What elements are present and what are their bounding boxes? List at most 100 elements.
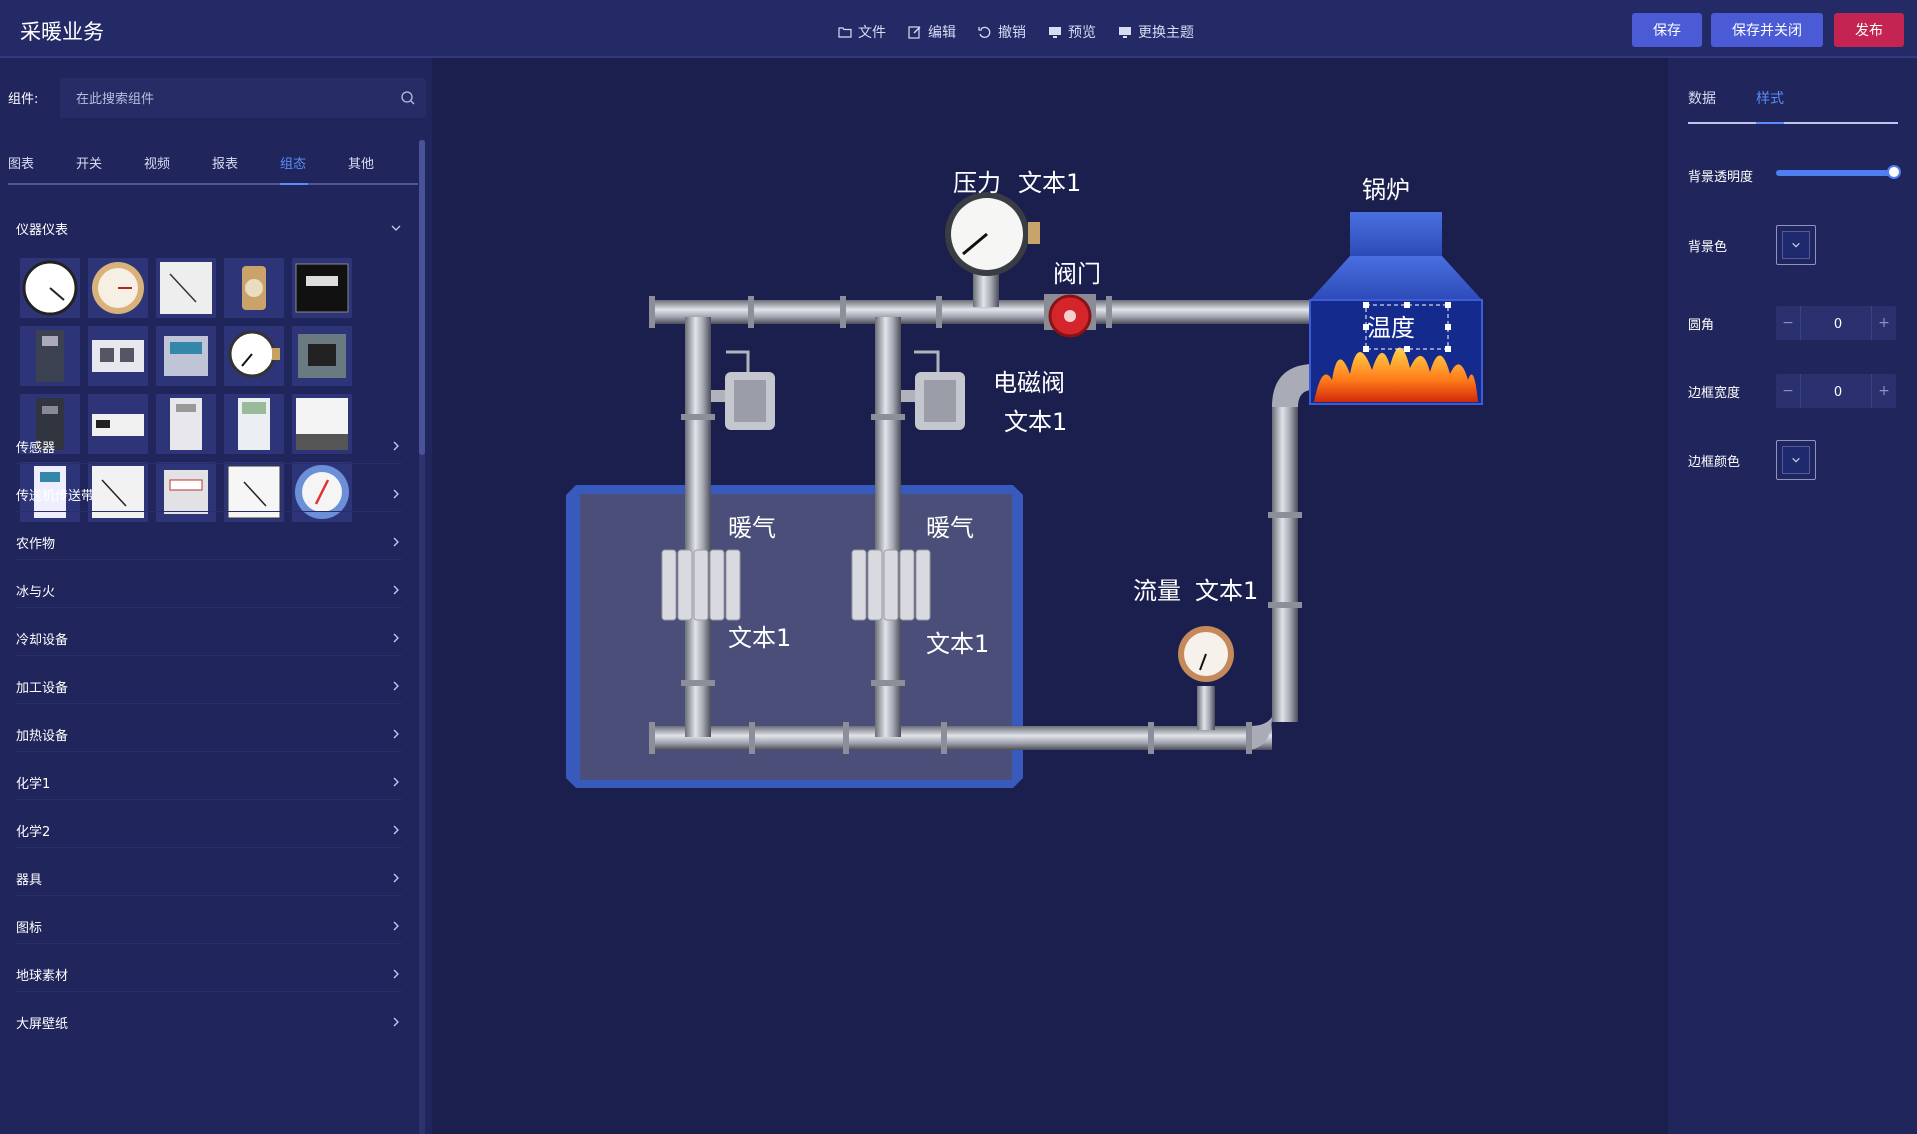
menu-edit[interactable]: 编辑 [908,22,956,42]
menu-file-label: 文件 [858,25,886,41]
border-width-stepper: − + [1776,374,1896,410]
component-panel: 组件: 图表 开关 视频 报表 组态 其他 仪器仪表 [0,58,432,1134]
plus-button[interactable]: + [1871,374,1896,408]
water-meter-icon [242,266,266,310]
radius-input[interactable] [1800,306,1876,342]
search-box [60,78,426,120]
controller-icon [92,340,144,372]
riser-right [875,317,901,737]
bg-opacity-slider[interactable] [1776,165,1901,179]
chevron-down-icon [1792,457,1800,463]
scale-item[interactable] [156,326,216,386]
menu-file[interactable]: 文件 [838,22,886,42]
save-and-close-button[interactable]: 保存并关闭 [1711,13,1823,47]
category-label: 农作物 [16,536,56,552]
slider-knob[interactable] [1887,165,1901,179]
save-button[interactable]: 保存 [1632,13,1702,47]
solenoid-label[interactable]: 电磁阀 [993,363,1065,398]
chevron-down-icon [391,225,401,231]
menu-theme[interactable]: 更换主题 [1118,22,1194,42]
flow-label[interactable]: 流量 [1133,571,1181,606]
water-meter-item[interactable] [224,258,284,318]
gauge-white-item[interactable] [20,258,80,318]
category-label: 地球素材 [16,968,69,984]
menu-preview[interactable]: 预览 [1048,22,1096,42]
heating-label-left[interactable]: 暖气 [728,508,776,543]
tab-data[interactable]: 数据 [1688,88,1756,122]
color-swatch [1782,446,1810,474]
publish-button[interactable]: 发布 [1834,13,1904,47]
bg-opacity-label: 背景透明度 [1688,170,1754,185]
flow-value-text[interactable]: 文本1 [1195,571,1258,606]
minus-button[interactable]: − [1776,374,1801,408]
search-icon[interactable] [400,90,416,106]
gauge-icon [92,262,144,314]
tab-reports[interactable]: 报表 [212,153,280,183]
heating-value-left[interactable]: 文本1 [728,618,791,653]
chevron-right-icon [393,777,399,787]
category-heating[interactable]: 加热设备 [16,717,402,752]
heating-value-right[interactable]: 文本1 [926,624,989,659]
boiler-label[interactable]: 锅炉 [1362,170,1410,205]
category-conveyor[interactable]: 传送机传送带 [16,477,402,512]
chevron-right-icon [393,681,399,691]
category-label: 图标 [16,920,43,936]
temperature-label[interactable]: 温度 [1367,308,1415,343]
tab-other[interactable]: 其他 [348,153,416,183]
category-cooling[interactable]: 冷却设备 [16,621,402,656]
category-earth[interactable]: 地球素材 [16,957,402,992]
tab-style[interactable]: 样式 [1756,88,1824,124]
valve-label[interactable]: 阀门 [1053,254,1101,289]
tab-video[interactable]: 视频 [144,153,212,183]
tab-scada[interactable]: 组态 [280,153,348,185]
category-instruments[interactable]: 仪器仪表 [16,211,402,245]
pressure-gauge-item[interactable] [224,326,284,386]
property-tabs: 数据 样式 [1688,88,1898,124]
tab-switches[interactable]: 开关 [76,153,144,183]
chevron-right-icon [393,585,399,595]
solenoid-valve-right [901,350,965,430]
inverter-item[interactable] [20,326,80,386]
category-wallpaper[interactable]: 大屏壁纸 [16,1005,402,1039]
category-label: 传送机传送带 [16,488,95,504]
border-width-input[interactable] [1800,374,1876,410]
search-label: 组件: [8,92,39,107]
solenoid-value-text[interactable]: 文本1 [1004,402,1067,437]
controller-item[interactable] [88,326,148,386]
category-sensors[interactable]: 传感器 [16,429,402,464]
category-chemistry1[interactable]: 化学1 [16,765,402,800]
chevron-right-icon [393,441,399,451]
riser-left [685,317,711,737]
search-input[interactable] [74,78,388,120]
digital-display-item[interactable] [292,258,352,318]
radiator-left [661,549,741,621]
category-processing[interactable]: 加工设备 [16,669,402,704]
design-canvas[interactable]: 压力 文本1 阀门 锅炉 温度 电磁阀 文本1 暖气 文本1 暖气 文本1 流量… [438,62,1666,1134]
pressure-value-text[interactable]: 文本1 [1018,163,1081,198]
heating-label-right[interactable]: 暖气 [926,508,974,543]
radius-label: 圆角 [1688,318,1715,333]
scale-icon [164,336,208,376]
plus-button[interactable]: + [1871,306,1896,340]
tab-charts[interactable]: 图表 [8,153,76,183]
pressure-label[interactable]: 压力 [953,163,1001,198]
meter-panel-item[interactable] [156,258,216,318]
menu-undo[interactable]: 撤销 [978,22,1026,42]
category-label: 器具 [16,872,43,888]
category-appliances[interactable]: 器具 [16,861,402,896]
chevron-right-icon [393,969,399,979]
monitor-panel-icon [298,334,346,378]
bg-color-picker[interactable] [1776,225,1816,265]
gauge-gold-item[interactable] [88,258,148,318]
category-crops[interactable]: 农作物 [16,525,402,560]
edit-icon [908,26,921,39]
color-swatch [1782,231,1810,259]
category-ice-fire[interactable]: 冰与火 [16,573,402,608]
category-icons[interactable]: 图标 [16,909,402,944]
monitor-panel-item[interactable] [292,326,352,386]
category-chemistry2[interactable]: 化学2 [16,813,402,848]
border-color-picker[interactable] [1776,440,1816,480]
panel-scrollbar-thumb[interactable] [419,140,425,455]
minus-button[interactable]: − [1776,306,1801,340]
chevron-right-icon [393,729,399,739]
